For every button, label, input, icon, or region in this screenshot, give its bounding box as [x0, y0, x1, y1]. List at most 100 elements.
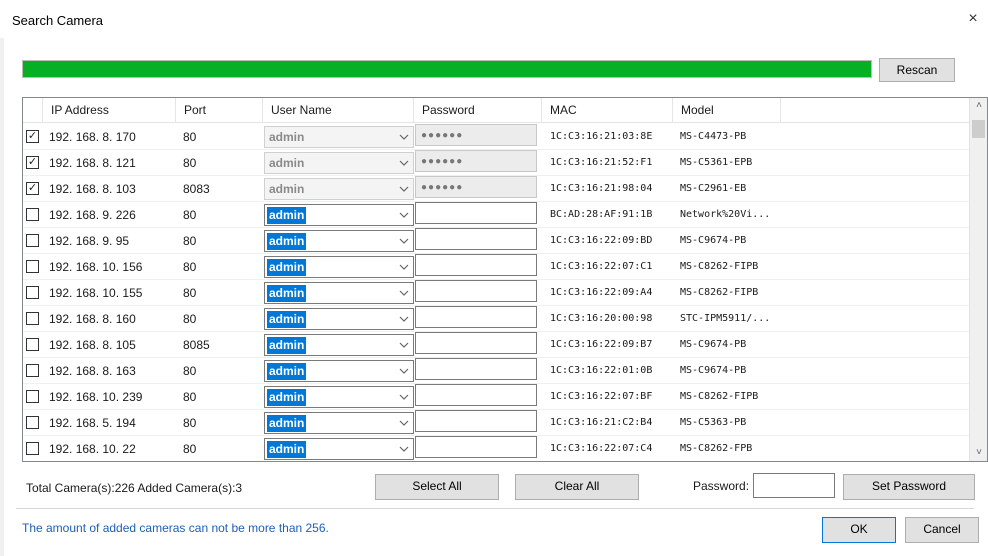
user-name-select[interactable]: admin	[264, 386, 414, 408]
model-cell: MS-C8262-FIPB	[680, 287, 759, 298]
table-row[interactable]: 192. 168. 8. 105 8085 admin 1C:C3:16:22:09:…	[23, 332, 969, 358]
user-name-select[interactable]: admin	[264, 360, 414, 382]
window-left-edge	[0, 0, 4, 556]
ok-button[interactable]: OK	[822, 517, 896, 543]
chevron-down-icon[interactable]	[399, 417, 409, 429]
row-checkbox[interactable]: ✓	[26, 130, 39, 143]
chevron-down-icon[interactable]	[399, 313, 409, 325]
user-name-select[interactable]: admin	[264, 334, 414, 356]
table-row[interactable]: 192. 168. 9. 95 80 admin 1C:C3:16:22:09:BD M…	[23, 228, 969, 254]
password-input[interactable]	[415, 436, 537, 458]
clear-all-button[interactable]: Clear All	[515, 474, 639, 500]
chevron-down-icon[interactable]	[399, 131, 409, 143]
password-input[interactable]	[415, 228, 537, 250]
port-cell: 8083	[183, 182, 210, 196]
scrollbar-thumb[interactable]	[972, 120, 985, 138]
header-port[interactable]: Port	[176, 98, 263, 123]
model-cell: MS-C9674-PB	[680, 365, 747, 376]
chevron-down-icon[interactable]	[399, 209, 409, 221]
search-progress-bar	[22, 60, 872, 78]
user-name-value: admin	[269, 156, 305, 170]
user-name-select[interactable]: admin	[264, 256, 414, 278]
chevron-down-icon[interactable]	[399, 339, 409, 351]
password-input[interactable]	[415, 254, 537, 276]
user-name-select[interactable]: admin	[264, 152, 414, 174]
password-input[interactable]	[415, 280, 537, 302]
row-checkbox[interactable]	[26, 260, 39, 273]
password-input[interactable]	[415, 306, 537, 328]
table-row[interactable]: 192. 168. 10. 22 80 admin 1C:C3:16:22:07:C4…	[23, 436, 969, 461]
user-name-select[interactable]: admin	[264, 308, 414, 330]
chevron-down-icon[interactable]	[399, 157, 409, 169]
user-name-select[interactable]: admin	[264, 178, 414, 200]
header-ip-address[interactable]: IP Address	[43, 98, 176, 123]
vertical-scrollbar[interactable]: ˄ ˅	[969, 98, 987, 461]
row-checkbox[interactable]	[26, 338, 39, 351]
table-row[interactable]: 192. 168. 10. 155 80 admin 1C:C3:16:22:09:A…	[23, 280, 969, 306]
password-input[interactable]	[415, 202, 537, 224]
row-checkbox[interactable]	[26, 364, 39, 377]
row-checkbox[interactable]	[26, 390, 39, 403]
password-input[interactable]: ●●●●●●	[415, 124, 537, 146]
chevron-up-icon[interactable]: ˄	[974, 100, 984, 112]
user-name-select[interactable]: admin	[264, 204, 414, 226]
password-input[interactable]	[415, 384, 537, 406]
select-all-button[interactable]: Select All	[375, 474, 499, 500]
mac-cell: BC:AD:28:AF:91:1B	[550, 209, 653, 220]
row-checkbox[interactable]	[26, 208, 39, 221]
password-input[interactable]	[415, 410, 537, 432]
row-checkbox[interactable]	[26, 416, 39, 429]
port-cell: 8085	[183, 338, 210, 352]
table-row[interactable]: 192. 168. 9. 226 80 admin BC:AD:28:AF:91:1B…	[23, 202, 969, 228]
port-cell: 80	[183, 286, 197, 300]
header-user-name[interactable]: User Name	[263, 98, 414, 123]
password-value: ●●●●●●	[421, 156, 464, 167]
user-name-select[interactable]: admin	[264, 412, 414, 434]
user-name-select[interactable]: admin	[264, 230, 414, 252]
header-model[interactable]: Model	[673, 98, 781, 123]
password-field[interactable]	[753, 473, 835, 498]
window-title: Search Camera	[12, 13, 104, 28]
row-checkbox[interactable]	[26, 286, 39, 299]
chevron-down-icon[interactable]: ˅	[974, 447, 984, 459]
header-password[interactable]: Password	[414, 98, 542, 123]
rescan-button[interactable]: Rescan	[879, 58, 955, 82]
ip-address-cell: 192. 168. 8. 163	[49, 364, 136, 378]
chevron-down-icon[interactable]	[399, 261, 409, 273]
model-cell: MS-C9674-PB	[680, 339, 747, 350]
row-checkbox[interactable]: ✓	[26, 156, 39, 169]
password-input[interactable]: ●●●●●●	[415, 176, 537, 198]
chevron-down-icon[interactable]	[399, 443, 409, 455]
user-name-select[interactable]: admin	[264, 438, 414, 460]
user-name-value: admin	[267, 233, 307, 250]
password-label: Password:	[693, 479, 750, 493]
password-input[interactable]	[415, 332, 537, 354]
row-checkbox[interactable]	[26, 442, 39, 455]
table-row[interactable]: ✓ 192. 168. 8. 170 80 admin ●●●●●● 1C:C3:16:2…	[23, 124, 969, 150]
row-checkbox[interactable]: ✓	[26, 182, 39, 195]
header-mac[interactable]: MAC	[542, 98, 673, 123]
table-row[interactable]: ✓ 192. 168. 8. 103 8083 admin ●●●●●● 1C:C3:16…	[23, 176, 969, 202]
row-checkbox[interactable]	[26, 234, 39, 247]
user-name-select[interactable]: admin	[264, 126, 414, 148]
set-password-button[interactable]: Set Password	[843, 474, 975, 500]
mac-cell: 1C:C3:16:21:03:8E	[550, 131, 653, 142]
chevron-down-icon[interactable]	[399, 235, 409, 247]
table-row[interactable]: 192. 168. 10. 156 80 admin 1C:C3:16:22:07:C…	[23, 254, 969, 280]
chevron-down-icon[interactable]	[399, 183, 409, 195]
close-icon[interactable]: ×	[962, 8, 984, 30]
cancel-button[interactable]: Cancel	[905, 517, 979, 543]
row-checkbox[interactable]	[26, 312, 39, 325]
table-row[interactable]: 192. 168. 5. 194 80 admin 1C:C3:16:21:C2:B4…	[23, 410, 969, 436]
chevron-down-icon[interactable]	[399, 287, 409, 299]
table-row[interactable]: 192. 168. 10. 239 80 admin 1C:C3:16:22:07:B…	[23, 384, 969, 410]
table-row[interactable]: 192. 168. 8. 163 80 admin 1C:C3:16:22:01:0B…	[23, 358, 969, 384]
chevron-down-icon[interactable]	[399, 365, 409, 377]
table-row[interactable]: ✓ 192. 168. 8. 121 80 admin ●●●●●● 1C:C3:16:2…	[23, 150, 969, 176]
table-row[interactable]: 192. 168. 8. 160 80 admin 1C:C3:16:20:00:98…	[23, 306, 969, 332]
password-input[interactable]: ●●●●●●	[415, 150, 537, 172]
chevron-down-icon[interactable]	[399, 391, 409, 403]
user-name-select[interactable]: admin	[264, 282, 414, 304]
password-value: ●●●●●●	[421, 130, 464, 141]
password-input[interactable]	[415, 358, 537, 380]
